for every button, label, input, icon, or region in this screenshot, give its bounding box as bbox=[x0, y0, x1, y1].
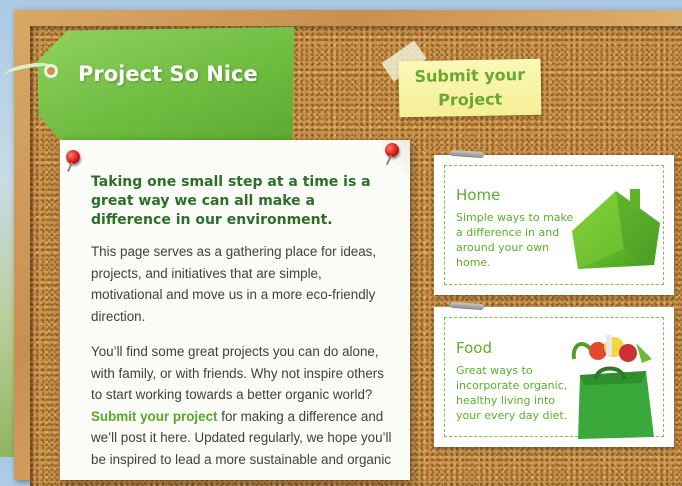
title-tag bbox=[36, 25, 297, 152]
submit-project-button[interactable]: Submit your Project bbox=[398, 58, 542, 118]
food-card[interactable]: Food Great ways to incorporate organic, … bbox=[434, 301, 674, 447]
clip-icon bbox=[449, 301, 485, 311]
home-card-description: Simple ways to make a difference in and … bbox=[456, 211, 574, 269]
intro-lead: Taking one small step at a time is a gre… bbox=[91, 174, 371, 228]
submit-project-link[interactable]: Submit your project bbox=[91, 409, 217, 424]
intro-paragraph-2: You’ll find some great projects you can … bbox=[91, 341, 393, 470]
grass-house-icon bbox=[572, 189, 660, 269]
grocery-bag-icon bbox=[571, 335, 654, 439]
submit-project-label: Submit your Project bbox=[414, 65, 526, 110]
intro-paragraph-1: This page serves as a gathering place fo… bbox=[91, 244, 377, 324]
intro-paragraph-2-text: You’ll find some great projects you can … bbox=[91, 344, 384, 402]
food-card-description: Great ways to incorporate organic, healt… bbox=[456, 364, 568, 422]
pushpin-icon bbox=[66, 150, 80, 164]
tag-hole-icon bbox=[44, 64, 58, 78]
home-card-title[interactable]: Home bbox=[456, 186, 500, 204]
clip-icon bbox=[449, 149, 485, 159]
home-card[interactable]: Home Simple ways to make a difference in… bbox=[434, 149, 674, 295]
site-title-link[interactable]: Project So Nice bbox=[78, 62, 258, 86]
food-card-title[interactable]: Food bbox=[456, 339, 492, 357]
pushpin-icon bbox=[385, 143, 399, 157]
